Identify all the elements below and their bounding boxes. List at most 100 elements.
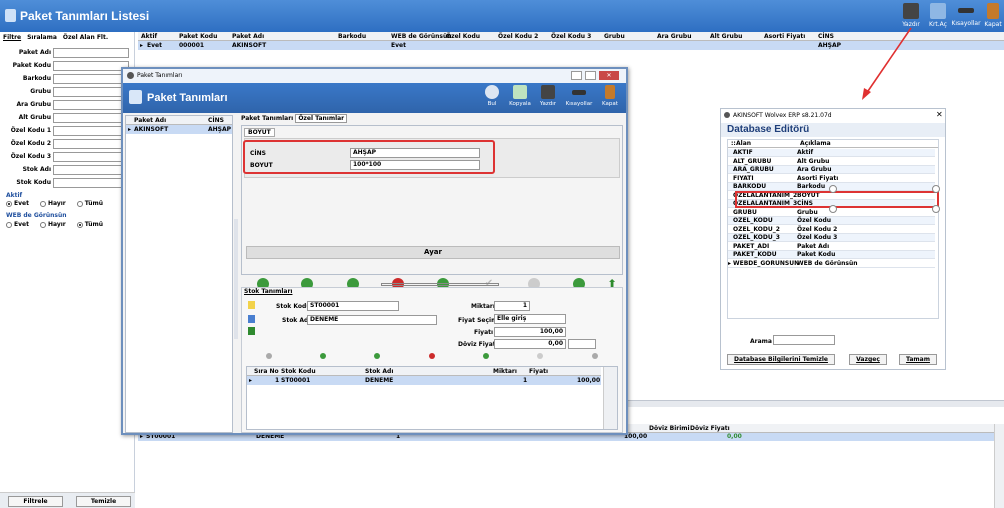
web-tumu-radio[interactable]: Tümü [76, 221, 103, 228]
col-header[interactable]: Fiyatı [529, 368, 548, 375]
tamam-button[interactable]: Tamam [899, 354, 937, 365]
yazdir-button[interactable]: Yazdır [537, 85, 559, 107]
col-header[interactable]: CİNS [818, 33, 834, 40]
excel-icon[interactable] [248, 327, 255, 335]
progress-strip [381, 283, 499, 286]
vazgec-button[interactable]: Vazgeç [849, 354, 887, 365]
doc-icon[interactable] [248, 315, 255, 323]
close-icon[interactable]: ✕ [599, 71, 619, 80]
tab-filtre[interactable]: Filtre [3, 34, 21, 41]
filter-row: Stok Adı [0, 164, 135, 176]
col-header[interactable]: Alt Grubu [710, 33, 742, 40]
doviz-birimi-select[interactable] [568, 339, 596, 349]
col-header[interactable]: Özel Kodu [446, 33, 480, 40]
stok-adi-input[interactable] [53, 165, 129, 175]
new-doc-icon[interactable] [248, 301, 255, 309]
kapat-button[interactable]: Kapat [599, 85, 621, 107]
col-header[interactable]: Aktif [141, 33, 157, 40]
db-row[interactable]: AKTIF Aktif [728, 149, 935, 157]
db-row[interactable]: OZEL_KODU_3 Özel Kodu 3 [728, 234, 935, 242]
maximize-icon[interactable] [585, 71, 596, 80]
col-header[interactable]: Paket Adı [134, 117, 166, 124]
tab-paket-tanimlari[interactable]: Paket Tanımları [241, 115, 293, 122]
ozel-kodu-1-input[interactable] [53, 126, 129, 136]
col-header[interactable]: Paket Adı [232, 33, 264, 40]
col-header[interactable]: Açıklama [800, 140, 831, 147]
stok-kodu-input[interactable] [53, 178, 129, 188]
db-row[interactable]: PAKET_ADI Paket Adı [728, 242, 935, 251]
col-header[interactable]: Sıra No [254, 368, 279, 375]
col-header[interactable]: Özel Kodu 3 [551, 33, 591, 40]
filtrele-button[interactable]: Filtrele [8, 496, 63, 507]
miktar-field[interactable]: 1 [494, 301, 530, 311]
kopyala-button[interactable]: Kopyala [509, 85, 531, 107]
tab-ozel-tanimlar[interactable]: Özel Tanımlar [295, 114, 348, 123]
db-row[interactable]: OZEL_KODU Özel Kodu [728, 217, 935, 225]
tab-stok-tanimlari[interactable]: Stok Tanımları [244, 288, 292, 295]
stok-kodu-field[interactable]: ST00001 [307, 301, 399, 311]
aktif-tumu-radio[interactable]: Tümü [76, 200, 103, 207]
col-header[interactable]: Barkodu [338, 33, 366, 40]
ayar-button[interactable]: Ayar [246, 246, 620, 259]
fiyat-field[interactable]: 100,00 [494, 327, 566, 337]
col-header[interactable]: WEB de Görünsün [391, 33, 452, 40]
col-header[interactable]: Miktarı [493, 368, 517, 375]
lower-scrollbar[interactable] [994, 424, 1004, 508]
db-row[interactable]: FIYATI Asorti Fiyatı [728, 174, 935, 183]
open-card-button[interactable]: Krt.Aç [925, 2, 951, 30]
web-evet-radio[interactable]: Evet [6, 221, 29, 228]
col-header[interactable]: Stok Kodu [281, 368, 316, 375]
col-header[interactable]: Alan [736, 140, 751, 147]
barkodu-input[interactable] [53, 74, 129, 84]
col-header[interactable]: Asorti Fiyatı [764, 33, 805, 40]
db-row[interactable]: ALT_GRUBU Alt Grubu [728, 157, 935, 166]
col-header[interactable]: CİNS [208, 117, 224, 124]
arama-input[interactable] [773, 335, 835, 345]
db-close-icon[interactable]: ✕ [936, 110, 943, 119]
paket-kodu-input[interactable] [53, 61, 129, 71]
table-scrollbar[interactable] [603, 367, 617, 429]
aktif-hayir-radio[interactable]: Hayır [39, 200, 66, 207]
db-title: Database Editörü [721, 123, 945, 137]
stok-nav [266, 352, 600, 360]
ozel-kodu-2-input[interactable] [53, 139, 129, 149]
subtab-boyut[interactable]: BOYUT [244, 128, 275, 137]
filter-row: Özel Kodu 1 [0, 125, 135, 137]
ara-grubu-input[interactable] [53, 100, 129, 110]
fiyat-secimi-select[interactable]: Elle giriş [494, 314, 566, 324]
aktif-evet-radio[interactable]: Evet [6, 200, 29, 207]
col-header[interactable]: Paket Kodu [179, 33, 217, 40]
tab-siralama[interactable]: Sıralama [27, 34, 57, 41]
grubu-input[interactable] [53, 87, 129, 97]
col-header[interactable]: Ara Grubu [657, 33, 691, 40]
db-grid: :: Alan Açıklama AKTIF Aktif ALT_GRUBU Alt … [727, 139, 939, 319]
shortcuts-button[interactable]: Kısayollar [951, 2, 981, 30]
db-row[interactable]: WEBDE_GORUNSUN WEB de Görünsün ▸ [728, 259, 935, 268]
db-title-bar: AKINSOFT Wolvex ERP s8.21.07d ✕ [721, 109, 945, 121]
db-row[interactable]: OZEL_KODU_2 Özel Kodu 2 [728, 225, 935, 234]
alt-grubu-input[interactable] [53, 113, 129, 123]
db-row[interactable]: PAKET_KODU Paket Kodu [728, 251, 935, 259]
cins-field[interactable]: AHŞAP [350, 148, 480, 158]
db-row[interactable]: ARA_GRUBU Ara Grubu [728, 166, 935, 174]
minimize-icon[interactable] [571, 71, 582, 80]
kisayollar-button[interactable]: Kısayollar [565, 85, 593, 107]
tab-ozel-alan[interactable]: Özel Alan Flt. [63, 34, 108, 41]
temizle-button[interactable]: Temizle [76, 496, 131, 507]
web-label: WEB de Görünsün [6, 212, 67, 219]
bul-button[interactable]: Bul [481, 85, 503, 107]
boyut-field[interactable]: 100*100 [350, 160, 480, 170]
col-header[interactable]: Özel Kodu 2 [498, 33, 538, 40]
db-clear-button[interactable]: Database Bilgilerini Temizle [727, 354, 835, 365]
paket-adi-input[interactable] [53, 48, 129, 58]
table-row[interactable]: ▸ 1 ST00001 DENEME 1 100,00 [247, 376, 601, 385]
stok-adi-field[interactable]: DENEME [307, 315, 437, 325]
splitter[interactable] [234, 219, 238, 339]
col-header[interactable]: Stok Adı [365, 368, 393, 375]
doviz-fiyat-field[interactable]: 0,00 [494, 339, 566, 349]
close-button[interactable]: Kapat [980, 2, 1004, 30]
list-item[interactable]: ▸ AKINSOFT AHŞAP [126, 125, 232, 134]
col-header[interactable]: Grubu [604, 33, 625, 40]
ozel-kodu-3-input[interactable] [53, 152, 129, 162]
web-hayir-radio[interactable]: Hayır [39, 221, 66, 228]
